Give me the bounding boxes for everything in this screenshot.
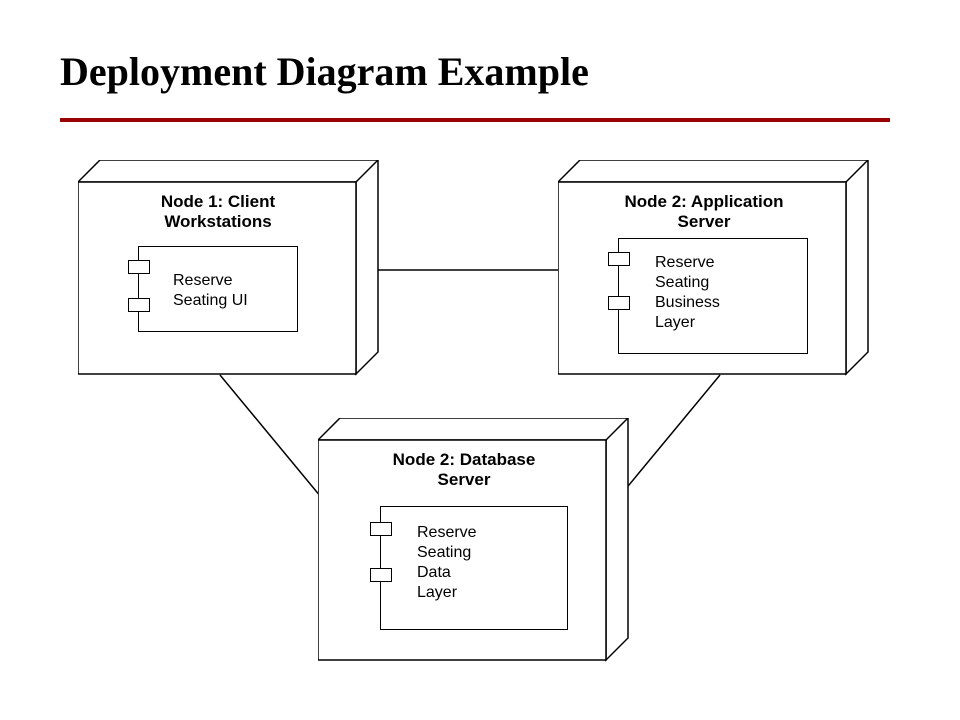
component-client-label: ReserveSeating UI — [173, 271, 248, 311]
component-app-label: ReserveSeatingBusinessLayer — [655, 253, 720, 333]
node-app-title-l1: Node 2: Application — [625, 192, 784, 211]
node-client: Node 1: Client Workstations ReserveSeati… — [78, 160, 368, 378]
node-client-title-l2: Workstations — [164, 212, 271, 231]
node-db-title: Node 2: Database Server — [354, 450, 574, 491]
node-client-title: Node 1: Client Workstations — [108, 192, 328, 233]
component-app-lug-1 — [608, 252, 630, 266]
component-db-lug-2 — [370, 568, 392, 582]
component-app: ReserveSeatingBusinessLayer — [618, 238, 808, 354]
node-db-title-l1: Node 2: Database — [393, 450, 536, 469]
diagram-canvas: Node 1: Client Workstations ReserveSeati… — [0, 0, 960, 720]
component-db-label: ReserveSeatingDataLayer — [417, 523, 477, 603]
component-db: ReserveSeatingDataLayer — [380, 506, 568, 630]
node-db-title-l2: Server — [438, 470, 491, 489]
component-db-lug-1 — [370, 522, 392, 536]
node-app-title: Node 2: Application Server — [594, 192, 814, 233]
component-client-lug-2 — [128, 298, 150, 312]
node-client-title-l1: Node 1: Client — [161, 192, 275, 211]
component-app-lug-2 — [608, 296, 630, 310]
component-client: ReserveSeating UI — [138, 246, 298, 332]
component-client-lug-1 — [128, 260, 150, 274]
node-app: Node 2: Application Server ReserveSeatin… — [558, 160, 858, 378]
node-db: Node 2: Database Server ReserveSeatingDa… — [318, 418, 618, 664]
node-app-title-l2: Server — [678, 212, 731, 231]
